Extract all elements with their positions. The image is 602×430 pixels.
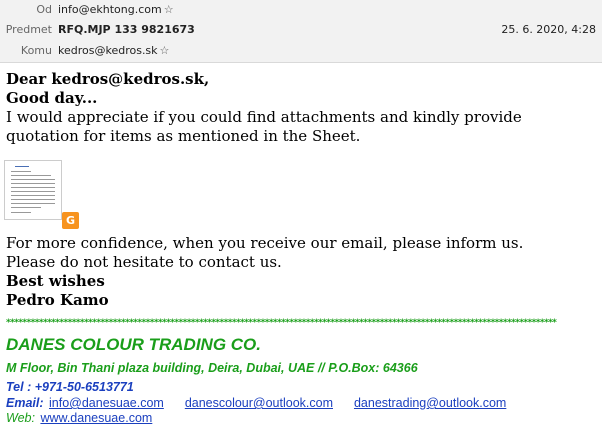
web-line: Web: www.danesuae.com <box>6 411 152 425</box>
good-day-text: Good day... <box>6 89 98 107</box>
from-value[interactable]: info@ekhtong.com ☆ <box>58 0 174 20</box>
to-row: Komu kedros@kedros.sk ☆ <box>0 41 602 61</box>
to-address[interactable]: kedros@kedros.sk <box>58 44 158 57</box>
email-label: Email: <box>6 396 44 410</box>
email-line: Email: info@danesuae.com danescolour@out… <box>6 396 506 410</box>
spreadsheet-app-icon: G <box>62 212 79 229</box>
signature-separator: ****************************************… <box>6 318 557 328</box>
signer-name: Pedro Kamo <box>6 291 109 309</box>
closing: Best wishes <box>6 272 105 290</box>
email-link-danestrading[interactable]: danestrading@outlook.com <box>354 396 506 410</box>
message-header: Od info@ekhtong.com ☆ Predmet RFQ.MJP 133… <box>0 0 602 63</box>
subject-value: RFQ.MJP 133 9821673 <box>58 23 195 36</box>
attachment-thumbnail[interactable]: G <box>4 160 79 229</box>
spreadsheet-preview <box>4 160 62 220</box>
message-body-continued: For more confidence, when you receive ou… <box>6 234 596 310</box>
subject-label: Predmet <box>5 23 52 36</box>
web-label: Web: <box>6 411 35 425</box>
contact-line: Please do not hesitate to contact us. <box>6 253 282 271</box>
message-body: Dear kedros@kedros.sk, Good day... I wou… <box>6 70 596 146</box>
tel-line: Tel : +971-50-6513771 <box>6 380 134 394</box>
web-link[interactable]: www.danesuae.com <box>40 411 152 425</box>
company-address: M Floor, Bin Thani plaza building, Deira… <box>6 361 418 375</box>
email-link-danescolour[interactable]: danescolour@outlook.com <box>185 396 333 410</box>
company-name: DANES COLOUR TRADING CO. <box>6 335 261 354</box>
confidence-line: For more confidence, when you receive ou… <box>6 234 524 252</box>
tel-number: Tel : +971-50-6513771 <box>6 380 134 394</box>
from-row: Od info@ekhtong.com ☆ <box>0 0 602 20</box>
from-address[interactable]: info@ekhtong.com <box>58 3 162 16</box>
subject-row: Predmet RFQ.MJP 133 9821673 25. 6. 2020,… <box>0 20 602 40</box>
to-value[interactable]: kedros@kedros.sk ☆ <box>58 41 169 61</box>
star-icon[interactable]: ☆ <box>160 44 170 57</box>
from-label: Od <box>36 3 52 16</box>
star-icon[interactable]: ☆ <box>164 3 174 16</box>
to-label: Komu <box>20 44 52 57</box>
request-paragraph: I would appreciate if you could find att… <box>6 108 522 145</box>
greeting: Dear kedros@kedros.sk, <box>6 70 210 88</box>
email-link-info[interactable]: info@danesuae.com <box>49 396 164 410</box>
message-date: 25. 6. 2020, 4:28 <box>501 23 596 36</box>
